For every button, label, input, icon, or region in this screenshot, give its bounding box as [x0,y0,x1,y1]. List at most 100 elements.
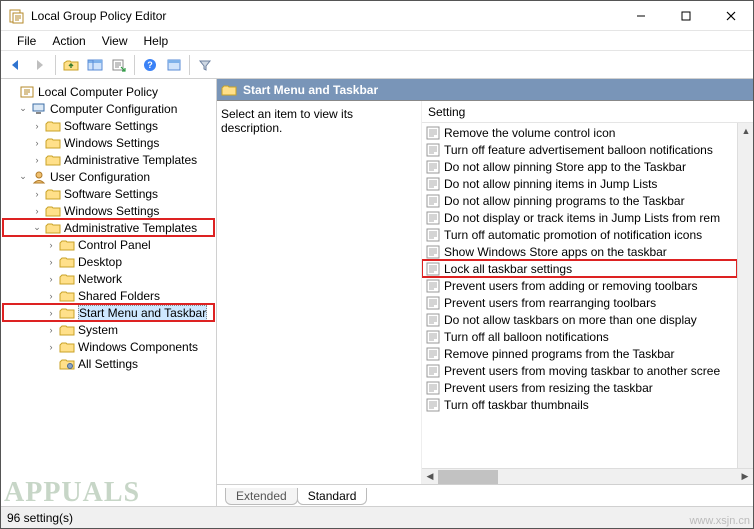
expand-icon[interactable]: › [31,188,43,200]
expand-icon[interactable]: › [45,290,57,302]
filter-button[interactable] [194,54,216,76]
scroll-thumb[interactable] [438,470,498,484]
minimize-button[interactable] [618,1,663,30]
setting-item[interactable]: Do not allow taskbars on more than one d… [422,311,737,328]
setting-label: Turn off automatic promotion of notifica… [444,228,702,242]
setting-item[interactable]: Turn off automatic promotion of notifica… [422,226,737,243]
policy-setting-icon [426,313,440,327]
help-button[interactable]: ? [139,54,161,76]
policy-setting-icon [426,364,440,378]
expand-spacer [45,358,57,370]
setting-item[interactable]: Do not allow pinning programs to the Tas… [422,192,737,209]
setting-item[interactable]: Do not allow pinning items in Jump Lists [422,175,737,192]
tree-item[interactable]: › Shared Folders [3,287,214,304]
expand-icon[interactable]: › [31,120,43,132]
setting-label: Do not allow pinning programs to the Tas… [444,194,685,208]
scroll-up-button[interactable]: ▲ [738,123,754,139]
expand-icon[interactable]: › [31,137,43,149]
setting-item[interactable]: Lock all taskbar settings [422,260,737,277]
vertical-scrollbar[interactable]: ▲ [737,123,753,468]
policy-setting-icon [426,279,440,293]
maximize-button[interactable] [663,1,708,30]
policy-setting-icon [426,228,440,242]
folder-icon [45,204,61,218]
expand-icon[interactable]: ⌄ [17,103,29,115]
expand-icon[interactable]: › [31,154,43,166]
setting-item[interactable]: Turn off all balloon notifications [422,328,737,345]
tree-item[interactable]: ›Windows Settings [3,202,214,219]
setting-item[interactable]: Turn off feature advertisement balloon n… [422,141,737,158]
scroll-left-button[interactable]: ◀ [422,469,438,485]
details-header-title: Start Menu and Taskbar [243,83,378,97]
show-panes-button[interactable] [84,54,106,76]
close-button[interactable] [708,1,753,30]
setting-item[interactable]: Turn off taskbar thumbnails [422,396,737,413]
tree-label: System [78,323,118,337]
scroll-right-button[interactable]: ▶ [737,469,753,485]
expand-icon[interactable]: › [45,324,57,336]
expand-icon[interactable]: › [45,307,57,319]
policy-setting-icon [426,296,440,310]
expand-icon[interactable]: ⌄ [31,222,43,234]
setting-item[interactable]: Remove the volume control icon [422,124,737,141]
tree-computer-configuration[interactable]: ⌄Computer Configuration [3,100,214,117]
policy-setting-icon [426,347,440,361]
horizontal-scrollbar[interactable]: ◀ ▶ [422,468,753,484]
tree-user-configuration[interactable]: ⌄ User Configuration [3,168,214,185]
folder-icon [59,323,75,337]
setting-item[interactable]: Do not display or track items in Jump Li… [422,209,737,226]
folder-icon [221,83,237,97]
navigation-tree[interactable]: Local Computer Policy⌄Computer Configura… [1,79,217,506]
setting-item[interactable]: Do not allow pinning Store app to the Ta… [422,158,737,175]
tree-item[interactable]: ›Control Panel [3,236,214,253]
policy-setting-icon [426,143,440,157]
column-header-setting[interactable]: Setting [422,101,753,123]
policy-setting-icon [426,160,440,174]
menu-help[interactable]: Help [136,32,177,50]
tree-item[interactable]: › System [3,321,214,338]
expand-icon[interactable]: › [31,205,43,217]
tree-root[interactable]: Local Computer Policy [3,83,214,100]
tab-extended[interactable]: Extended [225,488,298,505]
menu-view[interactable]: View [94,32,136,50]
setting-label: Remove the volume control icon [444,126,615,140]
expand-icon[interactable]: › [45,341,57,353]
expand-icon[interactable]: › [45,239,57,251]
tree-item[interactable]: ›Windows Settings [3,134,214,151]
tree-item[interactable]: ›Software Settings [3,117,214,134]
tree-label: User Configuration [50,170,150,184]
expand-icon[interactable]: ⌄ [17,171,29,183]
setting-item[interactable]: Prevent users from moving taskbar to ano… [422,362,737,379]
tree-start-menu-and-taskbar[interactable]: ›Start Menu and Taskbar [3,304,214,321]
setting-item[interactable]: Remove pinned programs from the Taskbar [422,345,737,362]
settings-list[interactable]: Remove the volume control iconTurn off f… [422,123,737,468]
expand-icon[interactable]: › [45,273,57,285]
tree-item[interactable]: › Network [3,270,214,287]
properties-button[interactable] [163,54,185,76]
back-button[interactable] [5,54,27,76]
setting-item[interactable]: Prevent users from adding or removing to… [422,277,737,294]
svg-text:?: ? [147,60,153,70]
up-folder-button[interactable] [60,54,82,76]
export-list-button[interactable] [108,54,130,76]
folder-icon [59,255,75,269]
setting-item[interactable]: Show Windows Store apps on the taskbar [422,243,737,260]
setting-item[interactable]: Prevent users from rearranging toolbars [422,294,737,311]
folder-icon [59,289,75,303]
tree-administrative-templates[interactable]: ⌄Administrative Templates [3,219,214,236]
tree-label: Network [78,272,122,286]
setting-label: Prevent users from moving taskbar to ano… [444,364,720,378]
menu-action[interactable]: Action [44,32,93,50]
tab-standard[interactable]: Standard [297,488,368,505]
expand-icon[interactable]: › [45,256,57,268]
policy-setting-icon [426,381,440,395]
menu-file[interactable]: File [9,32,44,50]
tree-item[interactable]: All Settings [3,355,214,372]
tree-label: Shared Folders [78,289,160,303]
forward-button[interactable] [29,54,51,76]
tree-item[interactable]: ›Administrative Templates [3,151,214,168]
tree-item[interactable]: ›Windows Components [3,338,214,355]
tree-item[interactable]: ›Desktop [3,253,214,270]
tree-item[interactable]: ›Software Settings [3,185,214,202]
setting-item[interactable]: Prevent users from resizing the taskbar [422,379,737,396]
